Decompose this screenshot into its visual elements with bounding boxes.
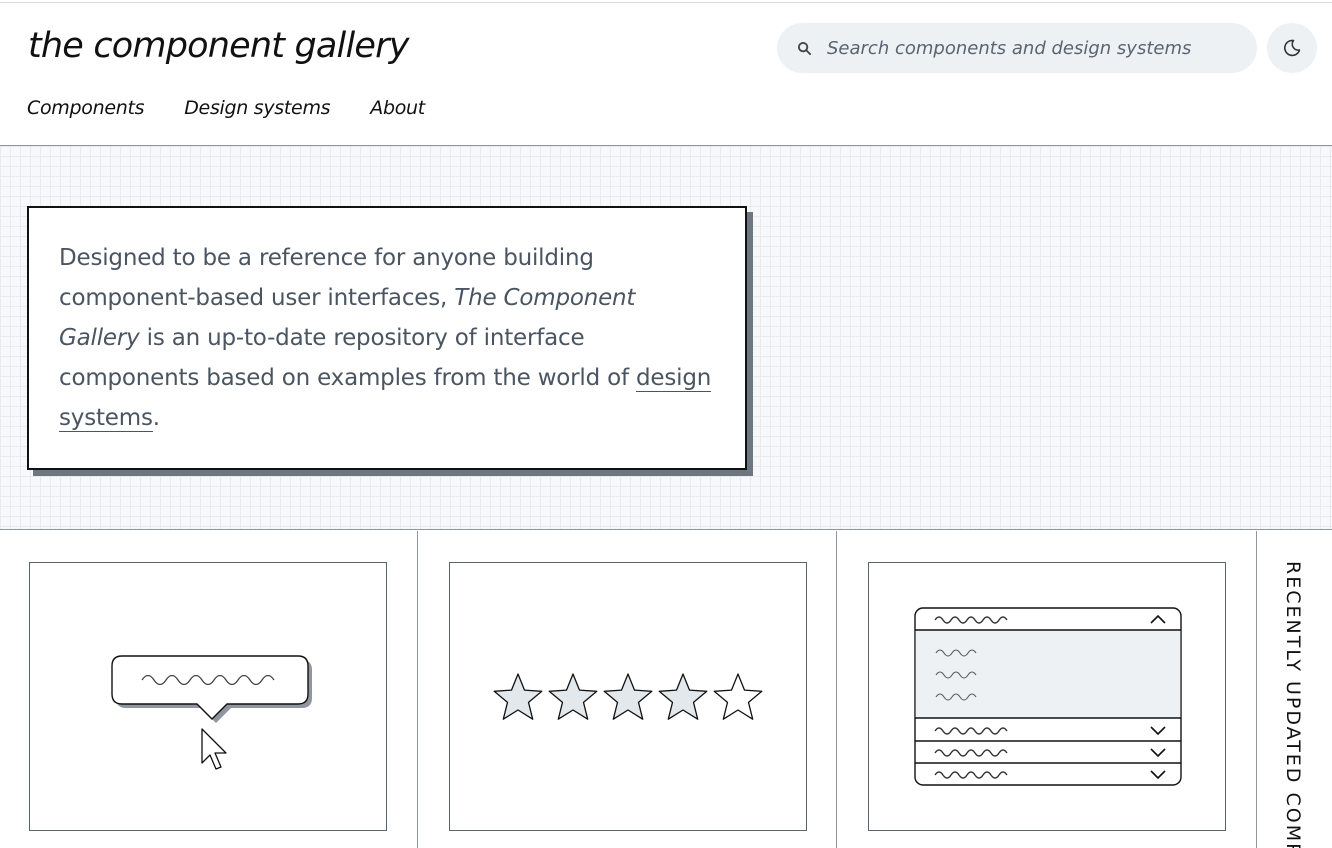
star-icon [713,673,763,720]
component-card-rating[interactable] [449,562,807,831]
main-nav: Components Design systems About [27,97,465,119]
search-bar[interactable] [777,23,1257,73]
star-icon [603,673,653,720]
search-icon [797,41,812,55]
nav-components[interactable]: Components [27,97,145,119]
search-input[interactable] [827,37,1247,59]
nav-about[interactable]: About [370,97,425,119]
tooltip-illustration-icon [111,655,312,770]
intro-text: Designed to be a reference for anyone bu… [59,245,712,432]
component-card-tooltip[interactable] [29,562,387,831]
intro-box: Designed to be a reference for anyone bu… [27,206,747,470]
accordion-illustration-icon [914,607,1182,786]
column-divider [1256,531,1257,848]
star-icon [548,673,598,720]
component-card-accordion[interactable] [868,562,1226,831]
site-title[interactable]: the component gallery [28,26,409,66]
recently-updated-heading: RECENTLY UPDATED COMP [1282,561,1304,848]
nav-design-systems[interactable]: Design systems [184,97,330,119]
moon-icon [1284,39,1301,57]
column-divider [836,531,837,848]
column-divider [417,531,418,848]
top-border [0,0,1332,3]
star-icon [658,673,708,720]
theme-toggle-button[interactable] [1267,23,1317,73]
star-rating-illustration-icon [493,673,763,720]
star-icon [493,673,543,720]
